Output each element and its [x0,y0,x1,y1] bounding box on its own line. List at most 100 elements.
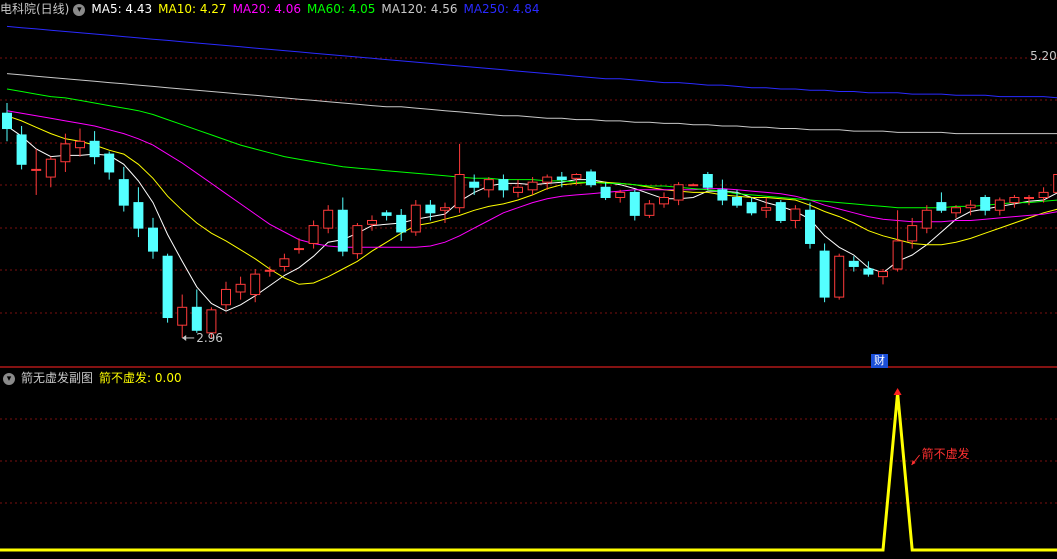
candle [133,187,144,238]
candle-body [440,207,450,211]
candle-body [848,260,859,267]
candle [45,156,56,188]
candle-body [469,181,480,188]
candle-body [556,176,567,181]
candle-body [717,189,728,201]
ma-legend-item: MA250: 4.84 [463,2,540,16]
candle-body [279,258,290,267]
candle-body [644,203,655,216]
candle-body [513,186,523,193]
candle-body [936,202,947,211]
candle-body [250,273,261,296]
candle-body [235,283,246,293]
candle [148,217,158,259]
candle-body [586,171,596,186]
candle-body [104,153,115,173]
candle-body [16,134,27,165]
candle [629,189,640,221]
candlestick-series [2,103,1057,338]
candle [834,253,845,300]
candle-body [600,186,611,198]
candle-body [863,268,874,275]
candle-body [454,174,465,209]
candle [381,210,392,221]
chevron-down-icon[interactable]: ▾ [3,372,15,385]
candle-body [819,250,830,298]
candle [586,169,596,188]
candle [2,103,12,142]
candle-body [994,199,1005,211]
candle-body [133,202,144,229]
low-arrow-icon [182,334,187,341]
candle-body [337,209,348,252]
candle-body [659,196,669,205]
candle-body [425,204,436,214]
sub-chart-header: ▾ 箭无虚发副图 箭不虚发: 0.00 [0,369,188,387]
candle-body [89,140,100,158]
candle [498,174,509,198]
candle [1024,194,1034,206]
candle [89,131,100,165]
candle [264,266,275,277]
candle [775,200,786,224]
candle-body [805,209,815,244]
candle [921,205,932,234]
candle-body [775,202,786,221]
ma-legend-item: MA60: 4.05 [307,2,376,16]
finance-badge[interactable]: 财 [871,354,888,368]
candle [863,261,874,277]
candle-body [732,196,742,206]
candle-body [790,208,801,221]
candle [1009,194,1020,208]
candle-body [31,168,42,171]
candle [878,269,888,285]
candle [513,179,523,198]
sub-chart: 箭不虚发 [0,388,1057,552]
candle [556,171,567,188]
candle [819,243,830,303]
candle-body [118,179,129,206]
candle [980,194,991,216]
candle-body [1038,191,1049,198]
candle [396,208,407,241]
candle-body [834,255,845,298]
candle [717,179,728,206]
candle-body [878,271,888,278]
candle [221,281,231,310]
candle-body [615,191,626,198]
candle-body [221,288,231,306]
signal-arrow-icon [893,388,902,395]
candle [702,171,713,190]
candle [746,197,757,216]
candle [410,200,421,236]
candle [659,192,669,208]
candle [75,128,85,157]
candle-body [264,269,275,272]
ma120-line [6,73,1057,135]
candle-body [907,225,918,242]
candle-body [148,227,158,252]
candle-body [542,176,553,183]
candle-body [75,140,85,149]
candle [673,182,684,206]
high-price-label: 5.20 [1030,49,1057,63]
candle [892,210,903,272]
candle [994,197,1005,216]
candle-body [980,196,991,211]
ma-legend-item: MA10: 4.27 [158,2,227,16]
candle-body [571,174,582,179]
grid-lines [0,57,1057,504]
candle-body [206,309,217,334]
chevron-down-icon[interactable]: ▾ [73,3,86,16]
candle [104,151,115,180]
candle-body [396,214,407,233]
candle [688,183,699,187]
ma-legend-item: MA5: 4.43 [91,2,153,16]
candle-body [951,207,961,214]
candle-body [308,225,319,244]
candle-body [294,248,304,251]
candle [483,177,494,198]
candle-body [191,306,202,331]
candle-body [673,184,684,201]
candle-body [892,240,903,270]
